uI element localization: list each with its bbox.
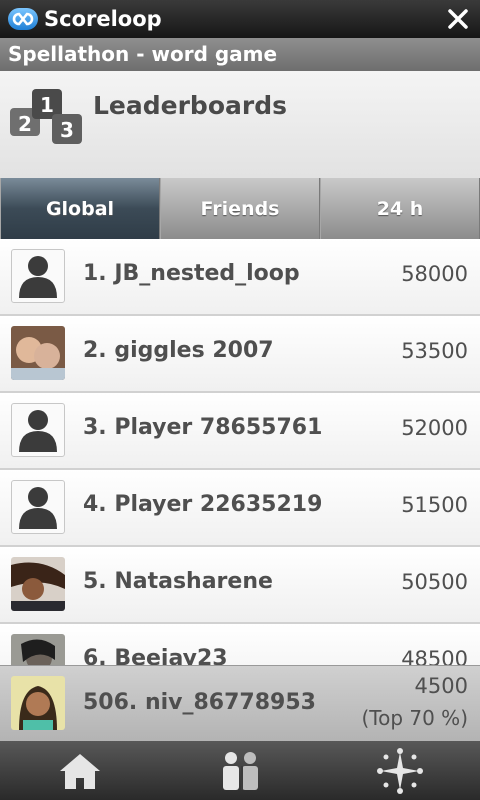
avatar xyxy=(11,326,65,380)
avatar xyxy=(11,557,65,611)
player-score: 48500 xyxy=(401,647,468,665)
default-avatar-icon xyxy=(11,403,65,457)
list-item[interactable]: 5. Natasharene 50500 xyxy=(0,547,480,624)
bottom-nav xyxy=(0,741,480,800)
close-button[interactable] xyxy=(444,5,472,33)
tab-friends[interactable]: Friends xyxy=(160,178,320,239)
list-item[interactable]: 3. Player 78655761 52000 xyxy=(0,393,480,470)
scoreloop-logo-icon xyxy=(8,8,38,30)
current-user-score: 4500 xyxy=(414,674,468,698)
close-icon xyxy=(448,9,468,29)
leaderboards-header: 2 1 3 Leaderboards xyxy=(0,71,480,179)
player-score: 53500 xyxy=(401,339,468,363)
page-title: Leaderboards xyxy=(93,91,287,120)
title-bar: Scoreloop xyxy=(0,0,480,38)
player-name: 3. Player 78655761 xyxy=(83,415,323,440)
current-user-row[interactable]: 506. niv_86778953 4500 (Top 70 %) xyxy=(0,665,480,742)
leaderboard-icon: 2 1 3 xyxy=(10,89,82,144)
player-score: 58000 xyxy=(401,262,468,286)
player-name: 1. JB_nested_loop xyxy=(83,261,300,286)
current-user-percentile: (Top 70 %) xyxy=(361,706,468,730)
rank-digit-1: 1 xyxy=(40,93,54,117)
leaderboard-list[interactable]: 1. JB_nested_loop 58000 2. giggles 2007 … xyxy=(0,239,480,665)
game-title: Spellathon - word game xyxy=(8,42,278,66)
default-avatar-icon xyxy=(11,249,65,303)
list-item[interactable]: 1. JB_nested_loop 58000 xyxy=(0,239,480,316)
home-icon xyxy=(60,753,100,789)
home-button[interactable] xyxy=(0,741,160,800)
people-button[interactable] xyxy=(160,741,320,800)
rank-digit-2: 2 xyxy=(18,112,32,136)
player-score: 52000 xyxy=(401,416,468,440)
rank-digit-3: 3 xyxy=(60,118,74,142)
current-user-name: 506. niv_86778953 xyxy=(83,690,316,715)
player-name: 4. Player 22635219 xyxy=(83,492,323,517)
tab-global[interactable]: Global xyxy=(0,178,160,239)
player-name: 2. giggles 2007 xyxy=(83,338,274,363)
app-brand: Scoreloop xyxy=(44,7,162,31)
tab-24h[interactable]: 24 h xyxy=(320,178,480,239)
list-item[interactable]: 6. Beejay23 48500 xyxy=(0,624,480,665)
player-score: 50500 xyxy=(401,570,468,594)
avatar xyxy=(11,634,65,665)
sparkle-button[interactable] xyxy=(320,741,480,800)
list-item[interactable]: 4. Player 22635219 51500 xyxy=(0,470,480,547)
player-score: 51500 xyxy=(401,493,468,517)
sparkle-icon xyxy=(377,747,423,794)
game-title-bar: Spellathon - word game xyxy=(0,38,480,71)
avatar xyxy=(11,676,65,730)
list-item[interactable]: 2. giggles 2007 53500 xyxy=(0,316,480,393)
tab-bar: Global Friends 24 h xyxy=(0,178,480,239)
default-avatar-icon xyxy=(11,480,65,534)
people-icon xyxy=(223,751,258,790)
player-name: 5. Natasharene xyxy=(83,569,273,594)
player-name: 6. Beejay23 xyxy=(83,646,228,665)
